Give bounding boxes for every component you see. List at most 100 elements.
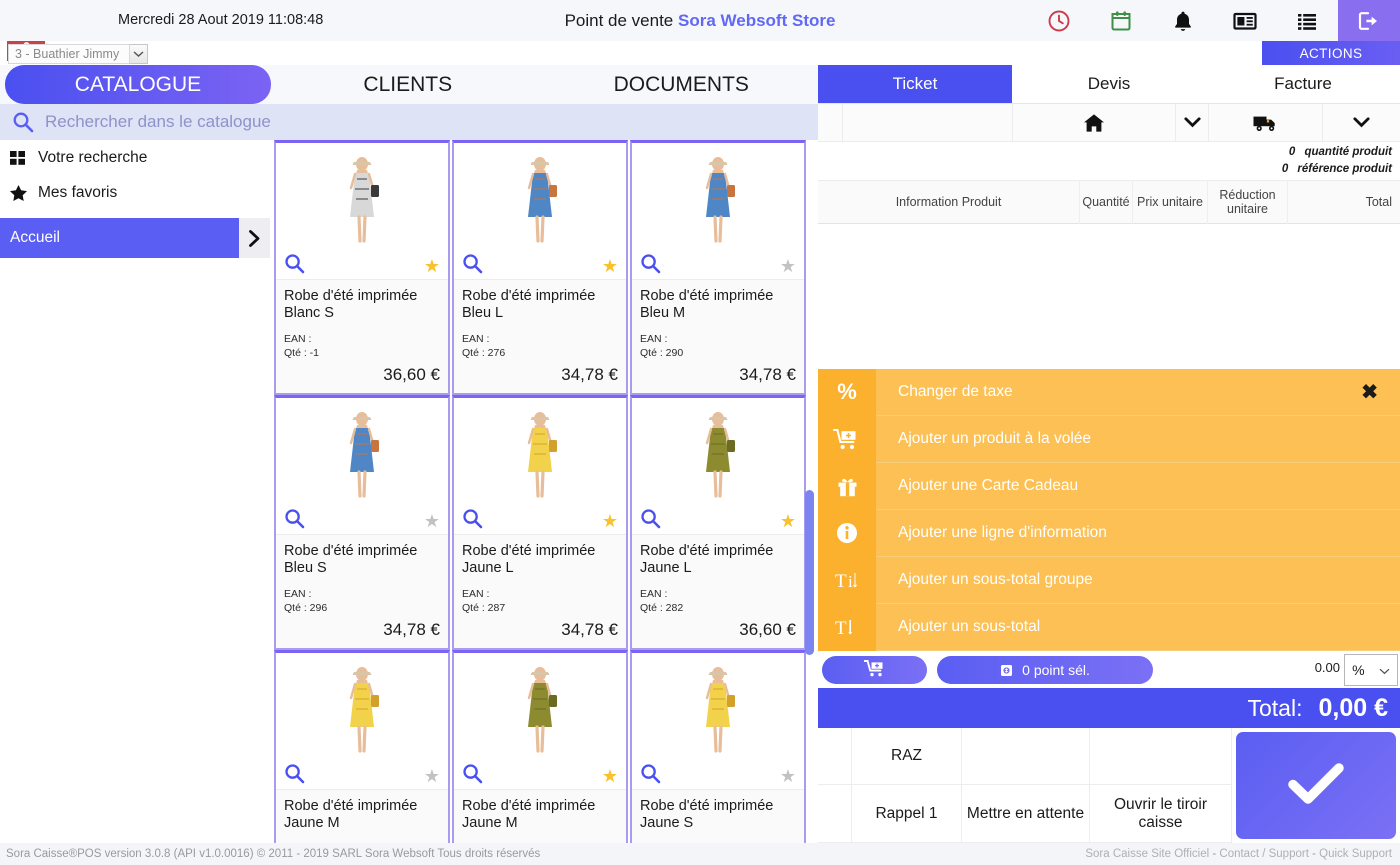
chevron-down-icon <box>1379 662 1390 678</box>
footer-link-quick-support[interactable]: Quick Support <box>1319 848 1392 860</box>
footer-link-contact-support[interactable]: Contact / Support <box>1219 848 1309 860</box>
column-header-quantite: Quantité <box>1080 180 1133 224</box>
chevron-down-icon[interactable] <box>1323 104 1400 141</box>
tab-ticket[interactable]: Ticket <box>818 65 1012 103</box>
user-selector[interactable]: 3 - Buathier Jimmy <box>8 44 148 64</box>
keypad-button-ouvrir-le-tiroir-caisse[interactable]: Ouvrir le tiroir caisse <box>1090 785 1232 843</box>
list-icon[interactable] <box>1276 0 1338 41</box>
product-favorite-star-icon[interactable]: ★ <box>780 512 796 530</box>
tab-documents[interactable]: DOCUMENTS <box>545 65 819 104</box>
product-name: Robe d'été imprimée Jaune L <box>462 543 596 576</box>
logout-icon[interactable] <box>1338 0 1400 41</box>
actions-tab[interactable]: ACTIONS <box>1262 41 1400 65</box>
keypad-button-raz[interactable]: RAZ <box>852 728 962 785</box>
product-card-icons: ★ <box>454 508 626 534</box>
product-card[interactable]: ★ Robe d'été imprimée Jaune L EAN : Qté : … <box>630 395 806 650</box>
product-favorite-star-icon[interactable]: ★ <box>424 512 440 530</box>
product-zoom-icon[interactable] <box>462 253 483 279</box>
product-favorite-star-icon[interactable]: ★ <box>424 767 440 785</box>
product-favorite-star-icon[interactable]: ★ <box>780 257 796 275</box>
close-icon[interactable]: ✖ <box>1361 380 1378 405</box>
tab-facture[interactable]: Facture <box>1206 65 1400 103</box>
product-card[interactable]: ★ Robe d'été imprimée Bleu S EAN : Qté : 2… <box>274 395 450 650</box>
action-menu-label: Ajouter un sous-total <box>898 618 1041 635</box>
add-product-button[interactable] <box>822 656 927 684</box>
chevron-right-icon[interactable] <box>239 218 270 258</box>
product-image <box>454 398 626 508</box>
ticket-table-header: Information Produit Quantité Prix unitai… <box>818 180 1400 224</box>
info-icon <box>818 509 876 557</box>
product-zoom-icon[interactable] <box>284 253 305 279</box>
keypad-button-mettre-en-attente[interactable]: Mettre en attente <box>962 785 1090 843</box>
product-favorite-star-icon[interactable]: ★ <box>424 257 440 275</box>
action-menu-item[interactable]: T Ajouter un sous-total <box>818 603 1400 651</box>
product-card[interactable]: ★ Robe d'été imprimée Blanc S EAN : Qté : … <box>274 140 450 395</box>
action-menu-item[interactable]: Ajouter une Carte Cadeau <box>818 462 1400 510</box>
product-zoom-icon[interactable] <box>462 508 483 534</box>
product-price: 34,78 € <box>561 620 618 639</box>
product-card-body: Robe d'été imprimée Bleu M EAN : Qté : 29… <box>632 279 804 393</box>
bell-icon[interactable] <box>1152 0 1214 41</box>
clock-icon[interactable] <box>1028 0 1090 41</box>
product-qty: Qté : 282 <box>640 602 684 614</box>
product-zoom-icon[interactable] <box>640 253 661 279</box>
search-input[interactable] <box>45 112 818 132</box>
check-icon <box>1285 760 1347 811</box>
product-favorite-star-icon[interactable]: ★ <box>602 512 618 530</box>
product-favorite-star-icon[interactable]: ★ <box>780 767 796 785</box>
store-name: Sora Websoft Store <box>678 11 836 30</box>
keypad-button-empty <box>818 785 852 843</box>
action-menu-item[interactable]: % Changer de taxe ✖ <box>818 368 1400 416</box>
action-menu-item[interactable]: Ajouter une ligne d'information <box>818 509 1400 557</box>
product-card-body: Robe d'été imprimée Jaune L EAN : Qté : 2… <box>632 534 804 648</box>
subtotal-group-icon: Ti <box>818 556 876 604</box>
validate-button[interactable] <box>1236 732 1396 839</box>
action-menu-item[interactable]: Ti Ajouter un sous-total groupe <box>818 556 1400 604</box>
tab-devis[interactable]: Devis <box>1012 65 1206 103</box>
sidebar-nav-accueil[interactable]: Accueil <box>0 218 270 258</box>
keypad-button-rappel-1[interactable]: Rappel 1 <box>852 785 962 843</box>
product-image <box>454 653 626 763</box>
action-menu-item[interactable]: Ajouter un produit à la volée <box>818 415 1400 463</box>
product-zoom-icon[interactable] <box>462 763 483 789</box>
points-button[interactable]: 0 point sél. <box>937 656 1153 684</box>
product-card[interactable]: ★ Robe d'été imprimée Jaune SEAN : Qté : <box>630 650 806 843</box>
chevron-down-icon[interactable] <box>130 44 148 64</box>
product-card[interactable]: ★ Robe d'été imprimée Jaune MEAN : Qté : <box>452 650 628 843</box>
product-card-body: Robe d'été imprimée Bleu S EAN : Qté : 29… <box>276 534 448 648</box>
product-image <box>276 653 448 763</box>
total-value: 0,00 € <box>1318 693 1388 722</box>
product-name: Robe d'été imprimée Bleu S <box>284 543 418 576</box>
sidebar-item-votre-recherche[interactable]: Votre recherche <box>0 140 270 175</box>
tab-catalogue[interactable]: CATALOGUE <box>5 65 271 104</box>
discount-unit-select[interactable]: % <box>1344 654 1398 686</box>
sidebar-item-mes-favoris[interactable]: Mes favoris <box>0 175 270 210</box>
gift-icon <box>818 462 876 510</box>
discount-value[interactable]: 0.00 <box>1315 660 1340 675</box>
product-card[interactable]: ★ Robe d'été imprimée Bleu L EAN : Qté : 2… <box>452 140 628 395</box>
product-name: Robe d'été imprimée Bleu M <box>640 288 774 321</box>
tab-clients[interactable]: CLIENTS <box>271 65 545 104</box>
product-zoom-icon[interactable] <box>640 508 661 534</box>
chevron-down-icon[interactable] <box>1176 104 1209 141</box>
truck-icon[interactable] <box>1209 104 1323 141</box>
product-card[interactable]: ★ Robe d'été imprimée Jaune L EAN : Qté : … <box>452 395 628 650</box>
product-zoom-icon[interactable] <box>284 763 305 789</box>
search-icon <box>0 111 45 133</box>
svg-text:T: T <box>835 618 847 639</box>
user-select-value[interactable]: 3 - Buathier Jimmy <box>8 44 130 64</box>
footer-link-site-officiel[interactable]: Sora Caisse Site Officiel <box>1085 848 1209 860</box>
home-icon[interactable] <box>1013 104 1176 141</box>
svg-text:T: T <box>835 571 847 592</box>
product-zoom-icon[interactable] <box>640 763 661 789</box>
product-qty: Qté : 276 <box>462 347 506 359</box>
product-grid-scrollbar[interactable] <box>805 490 814 655</box>
product-card-icons: ★ <box>632 253 804 279</box>
product-card[interactable]: ★ Robe d'été imprimée Jaune MEAN : Qté : <box>274 650 450 843</box>
news-icon[interactable] <box>1214 0 1276 41</box>
product-card[interactable]: ★ Robe d'été imprimée Bleu M EAN : Qté : 2… <box>630 140 806 395</box>
product-favorite-star-icon[interactable]: ★ <box>602 767 618 785</box>
calendar-icon[interactable] <box>1090 0 1152 41</box>
product-favorite-star-icon[interactable]: ★ <box>602 257 618 275</box>
product-zoom-icon[interactable] <box>284 508 305 534</box>
